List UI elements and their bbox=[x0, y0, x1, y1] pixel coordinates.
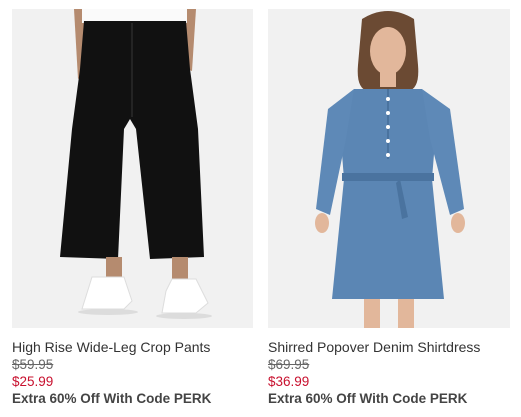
product-name[interactable]: Shirred Popover Denim Shirtdress bbox=[268, 339, 510, 356]
product-name[interactable]: High Rise Wide-Leg Crop Pants bbox=[12, 339, 253, 356]
original-price: $69.95 bbox=[268, 357, 310, 372]
product-image-shirtdress[interactable] bbox=[268, 9, 510, 328]
promo-text: Extra 60% Off With Code PERK bbox=[268, 391, 468, 406]
sale-price: $36.99 bbox=[268, 374, 310, 389]
product-card[interactable]: High Rise Wide-Leg Crop Pants $59.95 $25… bbox=[12, 9, 253, 407]
product-image-pants[interactable] bbox=[12, 9, 253, 328]
product-card[interactable]: Shirred Popover Denim Shirtdress $69.95 … bbox=[268, 9, 510, 407]
pants-photo bbox=[12, 9, 253, 328]
promo-text: Extra 60% Off With Code PERK bbox=[12, 391, 212, 406]
sale-price: $25.99 bbox=[12, 374, 54, 389]
product-grid: High Rise Wide-Leg Crop Pants $59.95 $25… bbox=[0, 0, 521, 417]
original-price: $59.95 bbox=[12, 357, 54, 372]
shirtdress-photo bbox=[268, 9, 510, 328]
